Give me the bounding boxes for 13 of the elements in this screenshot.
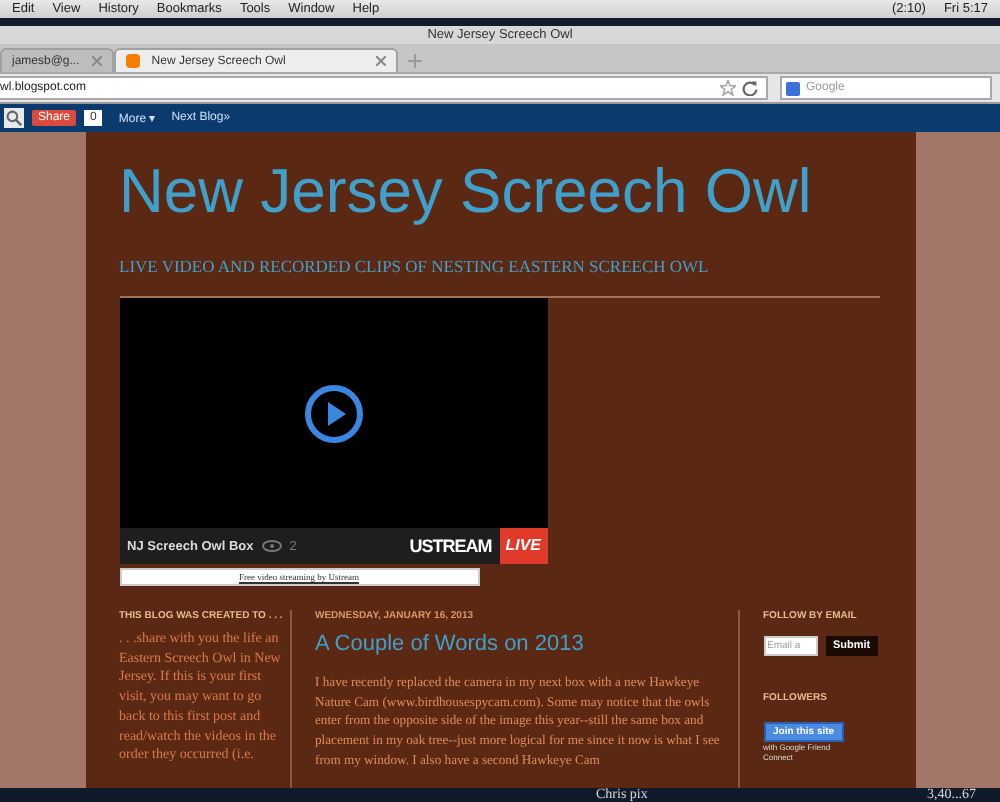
ustream-logo: USTREAM [409, 536, 492, 556]
live-badge: LIVE [499, 528, 547, 564]
search-icon[interactable] [4, 108, 24, 128]
new-tab-icon[interactable] [407, 54, 422, 68]
star-icon[interactable] [720, 80, 736, 96]
post-title[interactable]: A Couple of Words on 2013 [315, 632, 731, 656]
close-icon[interactable] [91, 56, 102, 66]
reload-icon[interactable] [742, 80, 758, 96]
blog-title[interactable]: New Jersey Screech Owl [119, 152, 915, 232]
close-icon[interactable] [375, 56, 386, 66]
play-icon[interactable] [303, 383, 363, 443]
blog-description: LIVE VIDEO AND RECORDED CLIPS OF NESTING EASTERN SCREECH OWL [119, 256, 711, 276]
eye-icon [261, 540, 282, 552]
